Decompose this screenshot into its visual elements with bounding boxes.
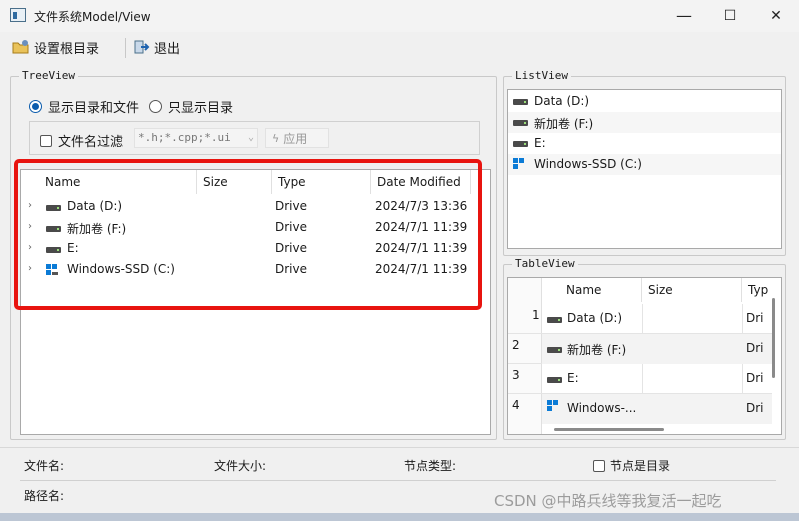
list-item-label: E: (534, 136, 546, 150)
path-label: 路径名: (24, 489, 65, 503)
table-header-type[interactable]: Typ (742, 278, 772, 302)
list-item-label: Data (D:) (534, 94, 590, 108)
row-number: 3 (512, 368, 520, 382)
table-cell-type: Dri (746, 341, 764, 355)
list-item[interactable]: Data (D:) (508, 91, 781, 112)
cell-divider (642, 364, 643, 394)
filter-checkbox[interactable]: 文件名过滤 (40, 131, 123, 150)
radio-button[interactable] (149, 100, 162, 113)
chevron-down-icon: ⌄ (247, 132, 254, 143)
list-item[interactable]: 新加卷 (F:) (508, 112, 781, 133)
status-divider (0, 447, 799, 448)
apply-button[interactable]: ϟ 应用 (265, 128, 329, 148)
exit-label: 退出 (154, 41, 181, 57)
table-row[interactable]: 1 Data (D:) Dri (508, 304, 772, 334)
minimize-button[interactable]: — (661, 0, 707, 32)
vertical-scrollbar[interactable] (772, 298, 775, 378)
set-root-label: 设置根目录 (34, 41, 100, 57)
radio-show-all[interactable]: 显示目录和文件 (29, 97, 139, 116)
drive-icon (547, 377, 562, 383)
radio-button-selected[interactable] (29, 100, 42, 113)
close-button[interactable]: ✕ (753, 0, 799, 32)
table-row[interactable]: 2 新加卷 (F:) Dri (508, 334, 772, 364)
filter-panel: 文件名过滤 *.h;*.cpp;*.ui ⌄ ϟ 应用 (29, 121, 480, 155)
title-bar: 文件系统Model/View — ☐ ✕ (0, 0, 799, 32)
listview-group-title: ListView (512, 69, 571, 82)
windows-drive-icon (513, 158, 526, 170)
cell-divider (642, 304, 643, 334)
is-dir-checkbox[interactable]: 节点是目录 (593, 457, 670, 474)
filter-value: *.h;*.cpp;*.ui (138, 131, 231, 144)
listview-group: ListView Data (D:) 新加卷 (F:) E: Windows-S… (503, 69, 786, 256)
table-view[interactable]: Name Size Typ 1 Data (D:) Dri 2 新加卷 (F:)… (507, 277, 782, 435)
exit-button[interactable]: 退出 (134, 34, 180, 60)
highlight-annotation (14, 159, 482, 310)
horizontal-scrollbar[interactable] (554, 428, 664, 431)
treeview-group-title: TreeView (19, 69, 78, 82)
filesize-label: 文件大小: (214, 459, 267, 473)
filter-input[interactable]: *.h;*.cpp;*.ui ⌄ (134, 128, 258, 148)
windows-drive-icon (547, 400, 560, 412)
cell-divider (742, 364, 743, 394)
maximize-button[interactable]: ☐ (707, 0, 753, 32)
table-cell-name: Data (D:) (567, 311, 623, 325)
watermark: CSDN @中路兵线等我复活一起吃 (494, 492, 722, 510)
radio-dirs-only[interactable]: 只显示目录 (149, 97, 233, 116)
window-title: 文件系统Model/View (34, 10, 151, 24)
taskbar-strip (0, 513, 799, 521)
table-cell-name: E: (567, 371, 579, 385)
drive-icon (513, 99, 528, 105)
table-header-name[interactable]: Name (542, 278, 642, 302)
table-header-size[interactable]: Size (642, 278, 742, 302)
cell-divider (742, 304, 743, 334)
app-icon (10, 8, 26, 22)
status-separator (20, 480, 776, 481)
table-cell-type: Dri (746, 401, 764, 415)
drive-icon (547, 317, 562, 323)
apply-label: 应用 (283, 131, 308, 146)
tableview-group-title: TableView (512, 257, 578, 270)
table-cell-type: Dri (746, 371, 764, 385)
row-number: 1 (532, 308, 540, 322)
toolbar-separator (125, 38, 126, 58)
table-cell-name: Windows-... (567, 401, 637, 415)
row-number: 2 (512, 338, 520, 352)
filename-label: 文件名: (24, 459, 65, 473)
set-root-button[interactable]: 设置根目录 (12, 34, 99, 60)
exit-icon (134, 40, 150, 54)
drive-icon (513, 120, 528, 126)
list-item[interactable]: Windows-SSD (C:) (508, 154, 781, 175)
radio-dirs-only-label: 只显示目录 (168, 101, 234, 116)
table-cell-name: 新加卷 (F:) (567, 343, 627, 357)
table-cell-type: Dri (746, 311, 764, 325)
filter-label: 文件名过滤 (58, 135, 124, 150)
table-row[interactable]: 4 Windows-... Dri (508, 394, 772, 424)
list-item[interactable]: E: (508, 133, 781, 154)
radio-show-all-label: 显示目录和文件 (48, 101, 140, 116)
table-row[interactable]: 3 E: Dri (508, 364, 772, 394)
list-item-label: Windows-SSD (C:) (534, 157, 642, 171)
tableview-group: TableView Name Size Typ 1 Data (D:) Dri … (503, 257, 786, 440)
list-item-label: 新加卷 (F:) (534, 117, 594, 131)
list-view[interactable]: Data (D:) 新加卷 (F:) E: Windows-SSD (C:) (507, 89, 782, 249)
checkbox[interactable] (593, 459, 605, 472)
toolbar: 设置根目录 退出 (0, 34, 799, 62)
drive-icon (513, 141, 528, 147)
lightning-icon: ϟ (272, 131, 280, 145)
nodetype-label: 节点类型: (404, 459, 457, 473)
is-dir-label: 节点是目录 (610, 459, 671, 473)
checkbox[interactable] (40, 134, 52, 147)
row-number: 4 (512, 398, 520, 412)
drive-icon (547, 347, 562, 353)
folder-settings-icon (12, 40, 29, 54)
